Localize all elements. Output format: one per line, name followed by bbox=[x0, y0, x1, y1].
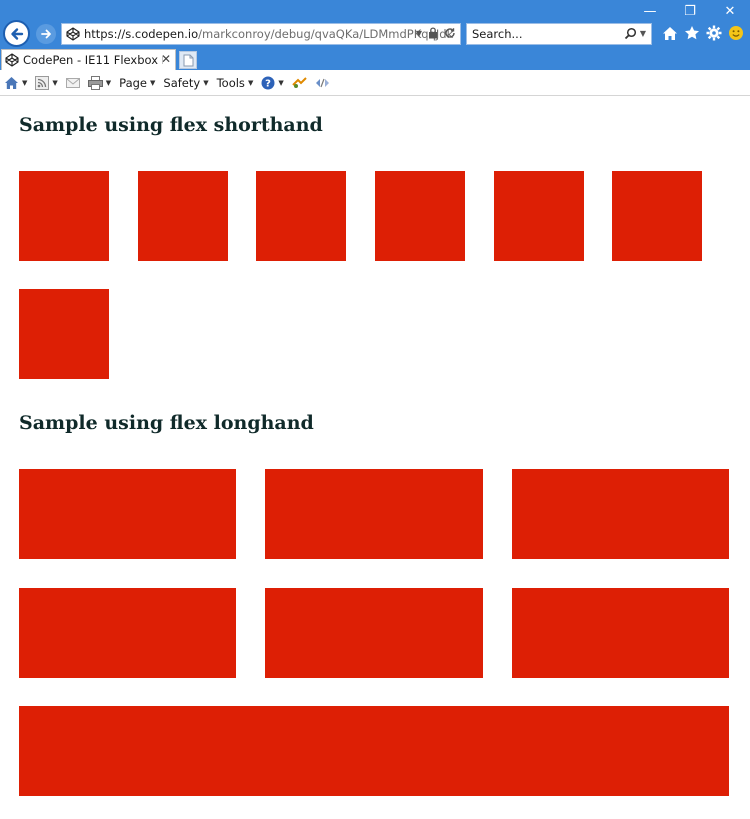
mail-button[interactable] bbox=[65, 77, 80, 89]
feedback-smiley-icon[interactable] bbox=[728, 25, 744, 41]
address-dropdown-icon[interactable]: ▼ bbox=[416, 29, 422, 38]
address-tools: ▼ bbox=[416, 27, 456, 39]
longhand-box-7 bbox=[19, 706, 729, 796]
chevron-down-icon: ▼ bbox=[203, 78, 209, 87]
mail-icon bbox=[65, 77, 80, 88]
forward-arrow-icon bbox=[41, 29, 51, 39]
favorites-star-icon[interactable] bbox=[684, 25, 700, 41]
new-tab-icon bbox=[183, 54, 193, 66]
forward-button[interactable] bbox=[36, 24, 56, 44]
longhand-box-4 bbox=[19, 588, 236, 678]
page-content: Sample using flex shorthand Sample using… bbox=[0, 97, 750, 819]
heading-flex-longhand: Sample using flex longhand bbox=[19, 412, 314, 434]
shorthand-box-5 bbox=[494, 171, 584, 261]
longhand-box-1 bbox=[19, 469, 236, 559]
tools-menu[interactable]: Tools ▼ bbox=[217, 76, 254, 90]
tab-close-icon[interactable]: ✕ bbox=[161, 52, 171, 66]
rss-feed-icon bbox=[35, 75, 50, 90]
heading-flex-shorthand: Sample using flex shorthand bbox=[19, 114, 323, 136]
compatibility-view-button[interactable] bbox=[315, 77, 330, 89]
codepen-favicon bbox=[5, 53, 19, 67]
chevron-down-icon: ▼ bbox=[150, 78, 156, 87]
page-menu[interactable]: Page ▼ bbox=[119, 76, 155, 90]
safety-menu[interactable]: Safety ▼ bbox=[163, 76, 208, 90]
print-icon bbox=[87, 75, 103, 90]
search-dropdown-icon[interactable]: ▼ bbox=[640, 29, 646, 38]
window-controls: — ❐ ✕ bbox=[630, 0, 750, 22]
home-icon bbox=[5, 76, 18, 89]
new-tab-button[interactable] bbox=[179, 51, 197, 69]
safety-menu-label: Safety bbox=[163, 75, 201, 90]
search-tools: ▼ bbox=[624, 27, 646, 40]
home-menu[interactable]: ▼ bbox=[4, 76, 27, 90]
longhand-box-5 bbox=[265, 588, 483, 678]
chevron-down-icon: ▼ bbox=[105, 78, 112, 87]
print-menu[interactable]: ▼ bbox=[87, 75, 112, 90]
tab-codepen[interactable]: CodePen - IE11 Flexbox Bug... ✕ bbox=[1, 49, 176, 70]
shorthand-box-2 bbox=[138, 171, 228, 261]
settings-gear-icon[interactable] bbox=[706, 25, 722, 41]
shorthand-box-3 bbox=[256, 171, 346, 261]
chevron-down-icon: ▼ bbox=[52, 78, 58, 87]
browser-right-icons bbox=[662, 25, 744, 41]
address-bar[interactable]: https://s.codepen.io/markconroy/debug/qv… bbox=[61, 23, 461, 45]
svg-text:?: ? bbox=[265, 78, 271, 89]
shorthand-box-6 bbox=[612, 171, 702, 261]
chevron-down-icon: ▼ bbox=[247, 78, 254, 87]
tools-menu-label: Tools bbox=[216, 75, 245, 90]
feeds-menu[interactable]: ▼ bbox=[35, 75, 58, 90]
restore-button[interactable]: ❐ bbox=[670, 0, 710, 22]
codepen-favicon bbox=[66, 27, 80, 41]
search-input[interactable]: Search... ▼ bbox=[466, 23, 652, 45]
compatibility-view-icon bbox=[315, 78, 329, 87]
shorthand-box-1 bbox=[19, 171, 109, 261]
tab-strip: CodePen - IE11 Flexbox Bug... ✕ bbox=[0, 48, 750, 70]
browser-titlebar: — ❐ ✕ https://s.codepen.io/markconroy/de… bbox=[0, 0, 750, 48]
command-bar: ▼ ▼ ▼ Page ▼ Safety ▼ Tools ▼ ? ▼ bbox=[0, 70, 750, 96]
tab-title: CodePen - IE11 Flexbox Bug... bbox=[23, 53, 163, 67]
home-icon[interactable] bbox=[662, 26, 678, 41]
addon-icon bbox=[292, 76, 307, 88]
addon-button[interactable] bbox=[292, 76, 307, 89]
close-window-button[interactable]: ✕ bbox=[710, 0, 750, 22]
minimize-button[interactable]: — bbox=[630, 0, 670, 22]
longhand-box-3 bbox=[512, 469, 729, 559]
help-icon: ? bbox=[261, 76, 275, 89]
search-icon[interactable] bbox=[624, 27, 637, 40]
lock-icon[interactable] bbox=[428, 27, 438, 39]
back-button[interactable] bbox=[3, 20, 30, 47]
page-menu-label: Page bbox=[119, 75, 148, 90]
back-arrow-icon bbox=[10, 27, 23, 40]
longhand-box-6 bbox=[512, 588, 729, 678]
chevron-down-icon: ▼ bbox=[22, 78, 28, 87]
url-host: https://s.codepen.io bbox=[84, 27, 199, 41]
longhand-box-2 bbox=[265, 469, 483, 559]
shorthand-box-4 bbox=[375, 171, 465, 261]
shorthand-box-7 bbox=[19, 289, 109, 379]
help-menu[interactable]: ? ▼ bbox=[261, 76, 284, 90]
refresh-icon[interactable] bbox=[444, 27, 456, 39]
search-placeholder: Search... bbox=[472, 27, 523, 41]
chevron-down-icon: ▼ bbox=[278, 78, 284, 87]
